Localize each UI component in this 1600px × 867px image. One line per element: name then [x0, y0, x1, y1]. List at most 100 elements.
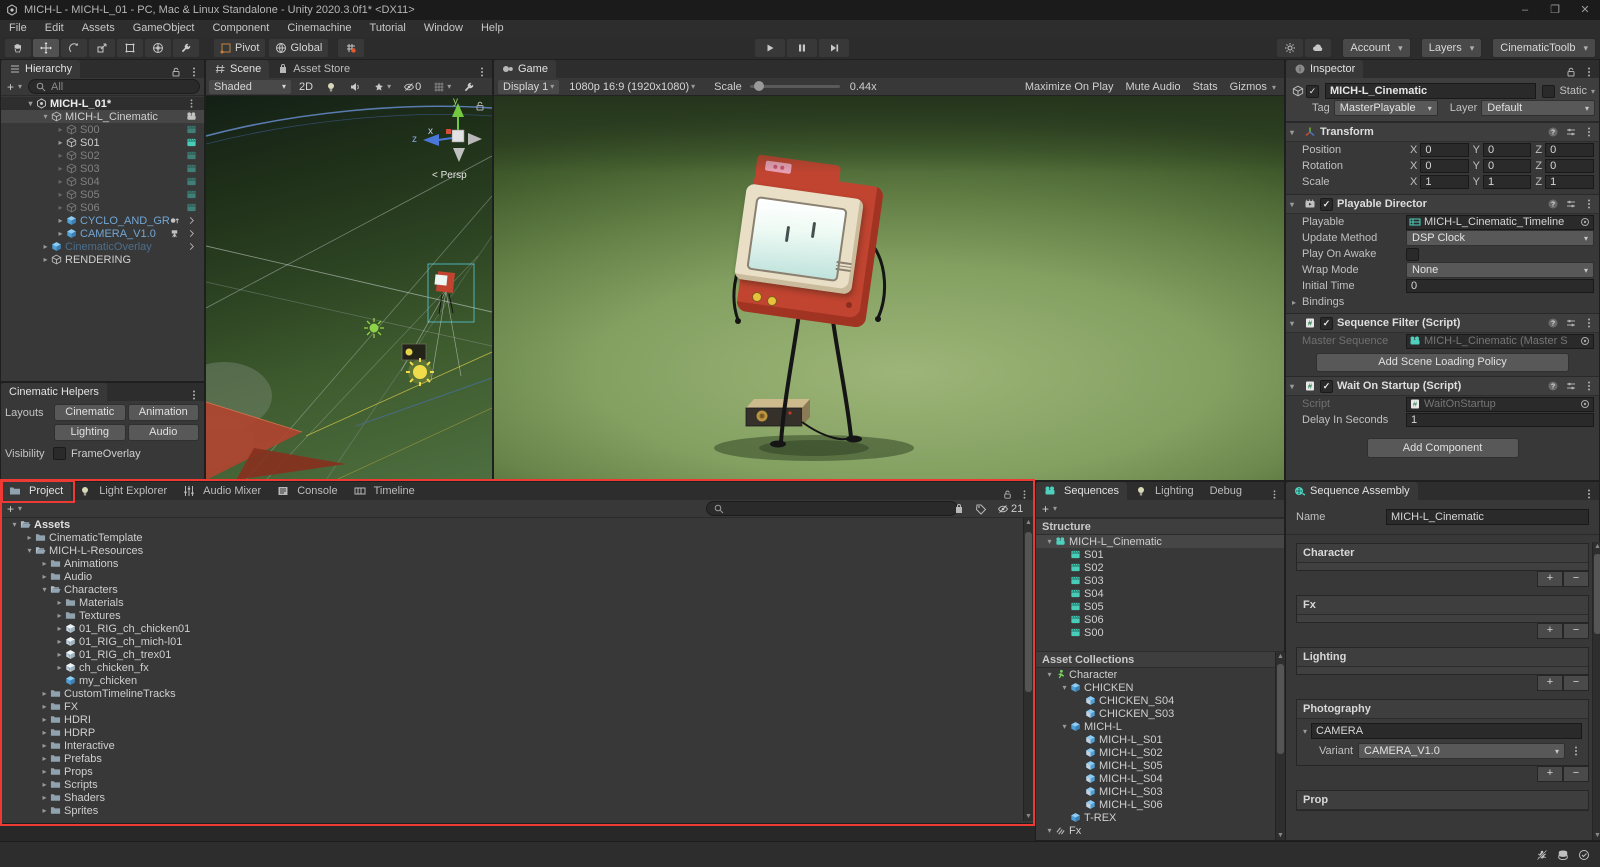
foldout-arrow[interactable]: ▸: [55, 164, 66, 173]
move-tool-icon[interactable]: [33, 39, 59, 57]
foldout-arrow[interactable]: ▸: [40, 242, 51, 251]
tree-row-s00[interactable]: ▸S00: [1, 123, 204, 136]
menu-item[interactable]: File: [0, 20, 36, 37]
tree-row-mich-l-s03[interactable]: MICH-L_S03: [1036, 785, 1284, 798]
help-icon[interactable]: ?: [1547, 198, 1559, 210]
assembly-name-field[interactable]: MICH-L_Cinematic: [1386, 509, 1589, 525]
rotation-x-field[interactable]: 0: [1420, 159, 1468, 173]
foldout-arrow[interactable]: ▸: [39, 780, 50, 789]
foldout-arrow[interactable]: ▸: [55, 177, 66, 186]
tab-audio-mixer[interactable]: Audio Mixer: [175, 482, 269, 500]
tab-scene[interactable]: Scene: [206, 60, 269, 78]
clapper-icon[interactable]: [186, 163, 197, 174]
tree-row-mich-l-s02[interactable]: MICH-L_S02: [1036, 746, 1284, 759]
tree-row-s05[interactable]: S05: [1036, 600, 1284, 613]
wait-on-startup-header[interactable]: ▾# ✓ Wait On Startup (Script) ?: [1286, 376, 1599, 396]
tab-sequences[interactable]: Sequences: [1036, 482, 1127, 500]
play-button[interactable]: [755, 39, 785, 57]
foldout-arrow[interactable]: ▸: [54, 598, 65, 607]
variant-dropdown[interactable]: CAMERA_V1.0▾: [1358, 743, 1565, 759]
tree-row-ch-chicken-fx[interactable]: ▸ch_chicken_fx: [3, 661, 1013, 674]
tree-row-s04[interactable]: S04: [1036, 587, 1284, 600]
chev-icon[interactable]: [186, 228, 197, 239]
tree-row-hdrp[interactable]: ▸HDRP: [3, 726, 1013, 739]
maximize-button[interactable]: ❐: [1540, 0, 1570, 20]
create-button[interactable]: +: [1040, 502, 1051, 516]
packages-visibility-icon[interactable]: [953, 503, 965, 515]
foldout-arrow[interactable]: ▾: [1059, 683, 1070, 692]
resolution-dropdown[interactable]: 1080p 16:9 (1920x1080)▾: [564, 80, 700, 94]
transform-tool-icon[interactable]: [145, 39, 171, 57]
scale-tool-icon[interactable]: [89, 39, 115, 57]
scene-viewport[interactable]: y x z < Persp: [206, 96, 492, 480]
tree-row-s05[interactable]: ▸S05: [1, 188, 204, 201]
tab-inspector[interactable]: i Inspector: [1286, 60, 1363, 78]
scale-z-field[interactable]: 1: [1545, 175, 1594, 189]
tree-row-props[interactable]: ▸Props: [3, 765, 1013, 778]
audio-layout-button[interactable]: Audio: [128, 424, 200, 441]
kebab-menu-icon[interactable]: [1583, 198, 1595, 210]
create-caret[interactable]: ▾: [1053, 504, 1057, 513]
tree-row-cyclo-and-grid[interactable]: ▸CYCLO_AND_GRID: [1, 214, 204, 227]
component-enabled-checkbox[interactable]: ✓: [1320, 380, 1333, 393]
foldout-arrow[interactable]: ▸: [55, 229, 66, 238]
brightness-icon[interactable]: [1277, 39, 1303, 57]
foldout-arrow[interactable]: ▸: [39, 689, 50, 698]
bulbArrow-icon[interactable]: [169, 215, 180, 226]
foldout-arrow[interactable]: ▾: [39, 585, 50, 594]
menu-item[interactable]: Window: [415, 20, 472, 37]
lock-icon[interactable]: [1565, 66, 1577, 78]
delay-field[interactable]: 1: [1406, 413, 1594, 427]
scale-slider[interactable]: [750, 85, 840, 88]
tree-row-materials[interactable]: ▸Materials: [3, 596, 1013, 609]
tree-row-mich-l-cinematic[interactable]: ▾MICH-L_Cinematic: [1, 110, 204, 123]
kebab-menu-icon[interactable]: [476, 66, 488, 78]
tree-row-sprites[interactable]: ▸Sprites: [3, 804, 1013, 817]
tab-cinematic-helpers[interactable]: Cinematic Helpers: [1, 383, 107, 401]
gizmos-dropdown[interactable]: Gizmos ▾: [1230, 81, 1276, 93]
cinematic-layout-button[interactable]: Cinematic: [54, 404, 126, 421]
foldout-arrow[interactable]: ▸: [39, 728, 50, 737]
tree-row-s02[interactable]: ▸S02: [1, 149, 204, 162]
tree-row-textures[interactable]: ▸Textures: [3, 609, 1013, 622]
sequence-filter-header[interactable]: ▾# ✓ Sequence Filter (Script) ?: [1286, 313, 1599, 333]
tree-row-s04[interactable]: ▸S04: [1, 175, 204, 188]
foldout-arrow[interactable]: ▸: [39, 754, 50, 763]
tree-row-assets[interactable]: ▾Assets: [3, 518, 1013, 531]
tree-row-chicken[interactable]: ▾CHICKEN: [1036, 681, 1284, 694]
layout-dropdown[interactable]: CinematicToolb▾: [1492, 38, 1596, 58]
gameobject-name-field[interactable]: MICH-L_Cinematic: [1325, 83, 1536, 99]
playable-director-header[interactable]: ▾ ✓ Playable Director ?: [1286, 194, 1599, 214]
debugger-icon[interactable]: [1536, 849, 1548, 861]
tree-row-character[interactable]: ▾Character: [1036, 668, 1284, 681]
help-icon[interactable]: ?: [1547, 126, 1559, 138]
foldout-arrow[interactable]: ▾: [24, 546, 35, 555]
foldout-arrow[interactable]: ▸: [39, 806, 50, 815]
persp-label[interactable]: < Persp: [432, 170, 467, 181]
tree-row-mich-l-s06[interactable]: MICH-L_S06: [1036, 798, 1284, 811]
scene-audio-toggle-icon[interactable]: [345, 80, 365, 94]
photography-remove-button[interactable]: −: [1563, 766, 1589, 782]
cache-server-icon[interactable]: [1557, 849, 1569, 861]
tab-debug[interactable]: Debug: [1202, 482, 1250, 500]
fx-remove-button[interactable]: −: [1563, 623, 1589, 639]
tab-console[interactable]: Console: [269, 482, 345, 500]
menu-item[interactable]: Tutorial: [361, 20, 415, 37]
tree-row-s00[interactable]: S00: [1036, 626, 1284, 639]
stats-button[interactable]: Stats: [1193, 81, 1218, 93]
tree-row-s03[interactable]: S03: [1036, 574, 1284, 587]
project-search-input[interactable]: [706, 501, 958, 516]
add-scene-loading-policy-button[interactable]: Add Scene Loading Policy: [1316, 353, 1569, 372]
active-checkbox[interactable]: ✓: [1306, 85, 1319, 98]
foldout-arrow[interactable]: ▸: [39, 559, 50, 568]
scene-lighting-toggle-icon[interactable]: [321, 80, 341, 94]
foldout-arrow[interactable]: ▸: [54, 611, 65, 620]
create-caret[interactable]: ▾: [18, 82, 22, 91]
account-dropdown[interactable]: Account▾: [1342, 38, 1410, 58]
clapper-icon[interactable]: [186, 202, 197, 213]
foldout-arrow[interactable]: ▸: [54, 637, 65, 646]
foldout-arrow[interactable]: ▸: [55, 190, 66, 199]
presets-icon[interactable]: [1565, 198, 1577, 210]
character-add-button[interactable]: +: [1537, 571, 1563, 587]
scene-lock-icon[interactable]: [474, 100, 486, 112]
